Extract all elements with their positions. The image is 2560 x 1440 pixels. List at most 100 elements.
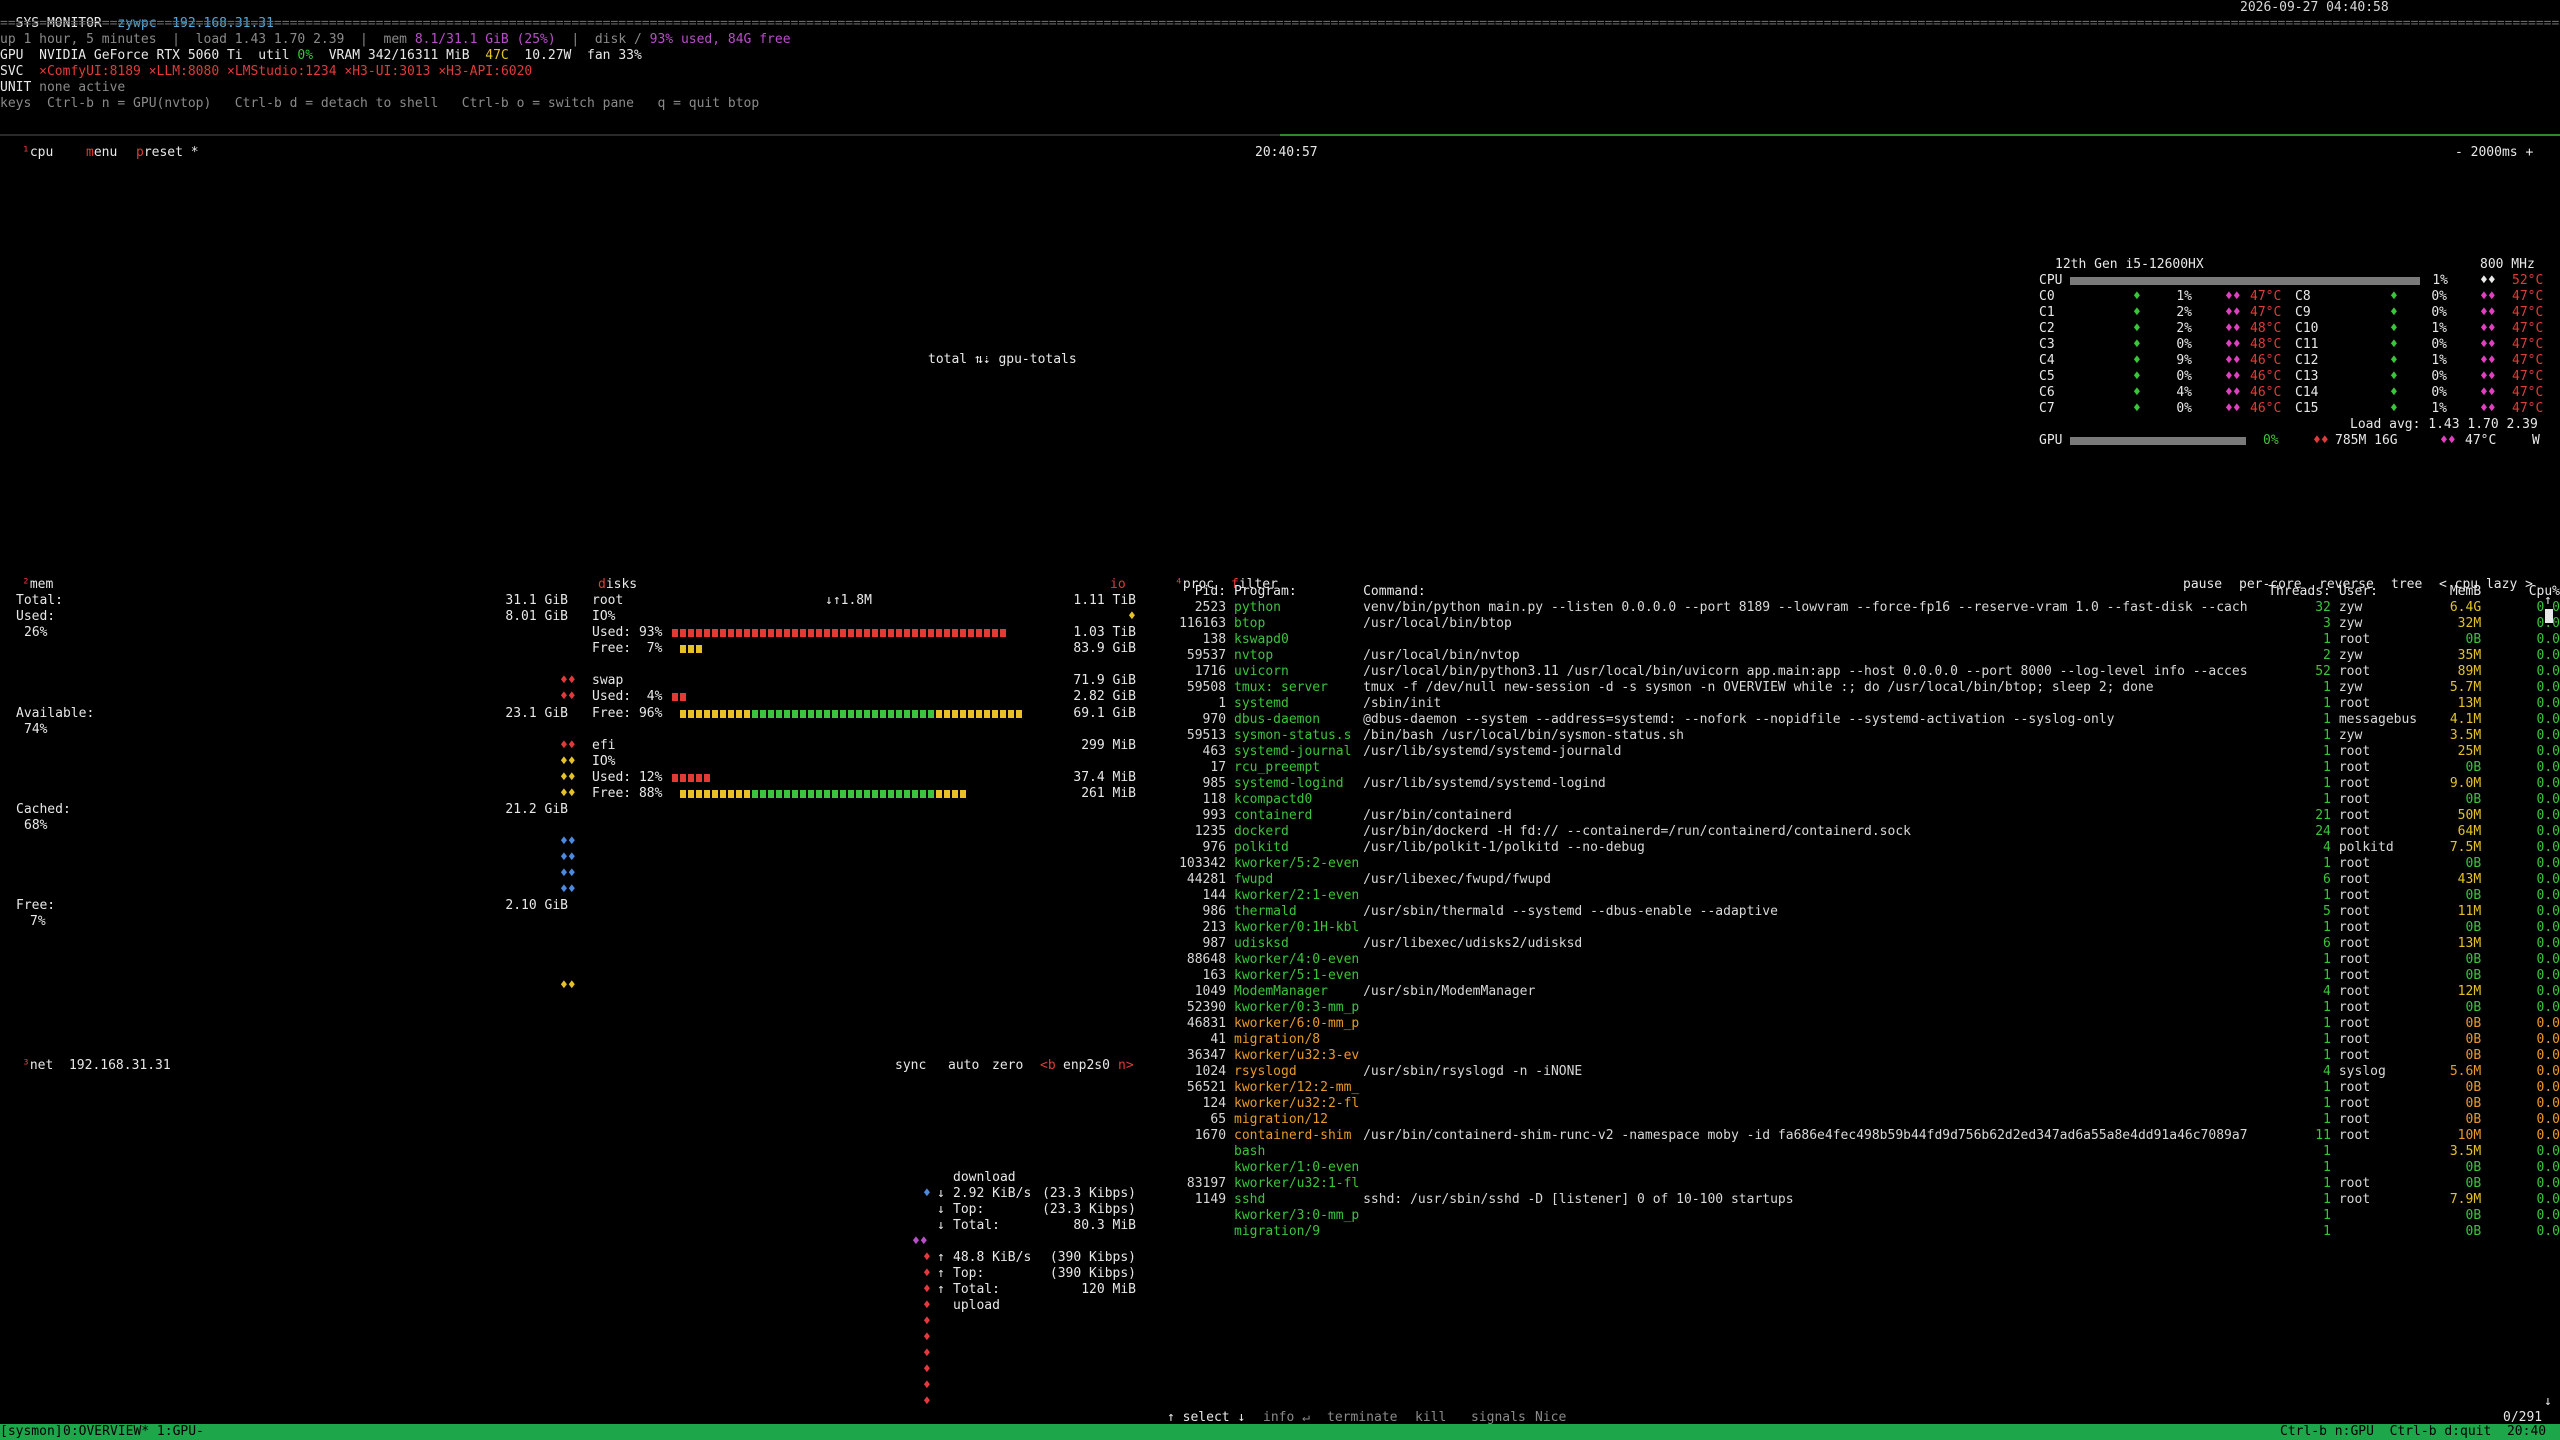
gpu-temp: 47C bbox=[485, 48, 509, 63]
proc-command: /usr/local/bin/btop bbox=[1363, 616, 1512, 631]
proc-user: root bbox=[2338, 968, 2371, 983]
mem-cached-spark: ♦♦ bbox=[560, 834, 576, 849]
cpu-tab[interactable]: ¹cpu bbox=[22, 145, 53, 161]
process-row[interactable]: 970 dbus-daemon @dbus-daemon --system --ad… bbox=[1175, 712, 2560, 728]
process-row[interactable]: 36347 kworker/u32:3-ev 1 root 0B 0.0 bbox=[1175, 1048, 2560, 1064]
bar-segment bbox=[720, 629, 726, 637]
proc-user: root bbox=[2338, 936, 2371, 951]
proc-pid: 103342 bbox=[1179, 856, 1227, 871]
proc-pid: 1235 bbox=[1194, 824, 1227, 839]
menu-button[interactable]: menu bbox=[86, 145, 117, 161]
process-row[interactable]: 88648 kworker/4:0-even 1 root 0B 0.0 bbox=[1175, 952, 2560, 968]
process-row[interactable]: 1049 ModemManager/usr/sbin/ModemManager 4 r… bbox=[1175, 984, 2560, 1000]
net-prev-iface[interactable]: <b bbox=[1040, 1058, 1056, 1074]
disk-efi-used-val: 37.4 MiB bbox=[1073, 770, 1136, 785]
process-row[interactable]: 1149 sshd sshd: /usr/sbin/sshd -D [listene… bbox=[1175, 1192, 2560, 1208]
bar-segment bbox=[696, 774, 702, 782]
net-sync-button[interactable]: sync bbox=[895, 1058, 926, 1074]
tmux-window-list[interactable]: 0:OVERVIEW* 1:GPU- bbox=[63, 1424, 204, 1440]
process-row[interactable]: 138 kswapd0 1 root 0B 0.0 bbox=[1175, 632, 2560, 648]
col-program-header[interactable]: Program: bbox=[1234, 584, 1363, 600]
process-row[interactable]: 993 containerd/usr/bin/containerd 21 root 50… bbox=[1175, 808, 2560, 824]
process-row[interactable]: 59513 sysmon-status.s/bin/bash /usr/local… bbox=[1175, 728, 2560, 744]
proc-threads: 1 bbox=[2323, 1048, 2331, 1063]
process-row[interactable]: 985 systemd-logind/usr/lib/systemd/system… bbox=[1175, 776, 2560, 792]
process-row[interactable]: 52390 kworker/0:3-mm_p 1 root 0B 0.0 bbox=[1175, 1000, 2560, 1016]
process-table-header: Pid: Program: Command: Threads: User: Me… bbox=[1175, 584, 2560, 600]
process-row[interactable]: 46831 kworker/6:0-mm_p 1 root 0B 0.0 bbox=[1175, 1016, 2560, 1032]
process-row[interactable]: 59537 nvtop/usr/local/bin/nvtop 2 zyw 35M 0.0 bbox=[1175, 648, 2560, 664]
proc-threads: 6 bbox=[2323, 936, 2331, 951]
proc-scrollbar-down[interactable]: ↓ bbox=[2544, 1394, 2552, 1410]
process-row[interactable]: 2523 python venv/bin/python main.py --list… bbox=[1175, 600, 2560, 616]
proc-scrollbar-up[interactable]: ↑ bbox=[2544, 593, 2552, 609]
process-row[interactable]: 65 migration/12 1 root 0B 0.0 bbox=[1175, 1112, 2560, 1128]
process-row[interactable]: 124 kworker/u32:2-fl 1 root 0B 0.0 bbox=[1175, 1096, 2560, 1112]
process-row[interactable]: 116163 btop/usr/local/bin/btop 3 zyw 32M 0.0 bbox=[1175, 616, 2560, 632]
mem-avail-spark: ♦♦ bbox=[560, 738, 576, 753]
process-row[interactable]: 1 systemd/sbin/init 1 root 13M 0.0 bbox=[1175, 696, 2560, 712]
preset-button[interactable]: preset * bbox=[136, 145, 199, 161]
cpu-core-temp: 47°C bbox=[2512, 353, 2544, 368]
process-row[interactable]: 986 thermald/usr/sbin/thermald --systemd … bbox=[1175, 904, 2560, 920]
update-interval[interactable]: - 2000ms + bbox=[2455, 145, 2533, 161]
cpu-core-label: C3 bbox=[2039, 337, 2055, 352]
proc-threads: 3 bbox=[2323, 616, 2331, 631]
unit-row: UNIT none active bbox=[0, 80, 125, 96]
process-row[interactable]: 56521 kworker/12:2-mm_ 1 root 0B 0.0 bbox=[1175, 1080, 2560, 1096]
cpu-core-temp: 46°C bbox=[2250, 369, 2282, 384]
process-row[interactable]: migration/9 1 0B 0.0 bbox=[1175, 1224, 2560, 1240]
bar-segment bbox=[728, 710, 734, 718]
proc-program: kworker/4:0-even bbox=[1234, 952, 1360, 967]
proc-scrollbar-thumb[interactable] bbox=[2545, 609, 2553, 623]
proc-program: rcu_preempt bbox=[1234, 760, 1321, 775]
proc-program: fwupd bbox=[1234, 872, 1274, 887]
process-row[interactable]: 41 migration/8 1 root 0B 0.0 bbox=[1175, 1032, 2560, 1048]
net-auto-button[interactable]: auto bbox=[948, 1058, 979, 1074]
process-row[interactable]: 59508 tmux: server tmux -f /dev/null new-s… bbox=[1175, 680, 2560, 696]
proc-command: /usr/sbin/thermald --systemd --dbus-enab… bbox=[1363, 904, 1778, 919]
bar-segment bbox=[680, 710, 686, 718]
process-row[interactable]: 44281 fwupd/usr/libexec/fwupd/fwupd 6 root 4… bbox=[1175, 872, 2560, 888]
process-row[interactable]: 83197 kworker/u32:1-fl 1 root 0B 0.0 bbox=[1175, 1176, 2560, 1192]
process-row[interactable]: 1716 uvicorn/usr/local/bin/python3.11 /us… bbox=[1175, 664, 2560, 680]
proc-mem: 50M bbox=[2457, 808, 2482, 823]
col-pid-header[interactable]: Pid: bbox=[1175, 584, 1234, 600]
process-row[interactable]: 987 udisksd/usr/libexec/udisks2/udisksd 6 r… bbox=[1175, 936, 2560, 952]
proc-mem: 0B bbox=[2465, 1016, 2482, 1031]
col-threads-header[interactable]: Threads: bbox=[2268, 584, 2339, 600]
process-row[interactable]: kworker/1:0-even 1 0B 0.0 bbox=[1175, 1160, 2560, 1176]
proc-threads: 1 bbox=[2323, 1144, 2331, 1159]
proc-command bbox=[1363, 1208, 2268, 1224]
proc-command: /sbin/init bbox=[1363, 696, 1442, 711]
process-row[interactable]: 163 kworker/5:1-even 1 root 0B 0.0 bbox=[1175, 968, 2560, 984]
process-row[interactable]: 103342 kworker/5:2-even 1 root 0B 0.0 bbox=[1175, 856, 2560, 872]
proc-cpu: 0.0 bbox=[2536, 1128, 2560, 1143]
process-row[interactable]: 144 kworker/2:1-even 1 root 0B 0.0 bbox=[1175, 888, 2560, 904]
process-row[interactable]: kworker/3:0-mm_p 1 0B 0.0 bbox=[1175, 1208, 2560, 1224]
cpu-total-spark: ♦♦ bbox=[2480, 273, 2496, 288]
col-user-header[interactable]: User: bbox=[2339, 584, 2419, 600]
net-zero-button[interactable]: zero bbox=[992, 1058, 1023, 1074]
disks-io-label[interactable]: io bbox=[1110, 577, 1126, 593]
bar-segment bbox=[736, 790, 742, 798]
bar-segment bbox=[672, 693, 678, 701]
gpu-mem: 785M 16G bbox=[2335, 433, 2398, 448]
col-command-header[interactable]: Command: bbox=[1363, 584, 2268, 600]
process-row[interactable]: 976 polkitd/usr/lib/polkit-1/polkitd --no… bbox=[1175, 840, 2560, 856]
process-row[interactable]: 1024 rsyslogd/usr/sbin/rsyslogd -n -iNONE… bbox=[1175, 1064, 2560, 1080]
proc-mem: 32M bbox=[2457, 616, 2482, 631]
process-row[interactable]: 213 kworker/0:1H-kbl 1 root 0B 0.0 bbox=[1175, 920, 2560, 936]
net-dl-arrow: ↓ bbox=[937, 1202, 945, 1217]
bar-segment bbox=[696, 710, 702, 718]
process-row[interactable]: 1235 dockerd/usr/bin/dockerd -H fd:// --c… bbox=[1175, 824, 2560, 840]
cpu-core-temp: 48°C bbox=[2250, 337, 2282, 352]
process-row[interactable]: 17 rcu_preempt 1 root 0B 0.0 bbox=[1175, 760, 2560, 776]
process-row[interactable]: 463 systemd-journal/usr/lib/systemd/syste… bbox=[1175, 744, 2560, 760]
process-row[interactable]: 118 kcompactd0 1 root 0B 0.0 bbox=[1175, 792, 2560, 808]
col-mem-header[interactable]: MemB bbox=[2419, 584, 2481, 600]
process-row[interactable]: bash 1 3.5M 0.0 bbox=[1175, 1144, 2560, 1160]
process-table: Pid: Program: Command: Threads: User: Me… bbox=[1175, 584, 2560, 1240]
process-row[interactable]: 1670 containerd-shim/usr/bin/containerd-s… bbox=[1175, 1128, 2560, 1144]
net-next-iface[interactable]: n> bbox=[1118, 1058, 1134, 1074]
